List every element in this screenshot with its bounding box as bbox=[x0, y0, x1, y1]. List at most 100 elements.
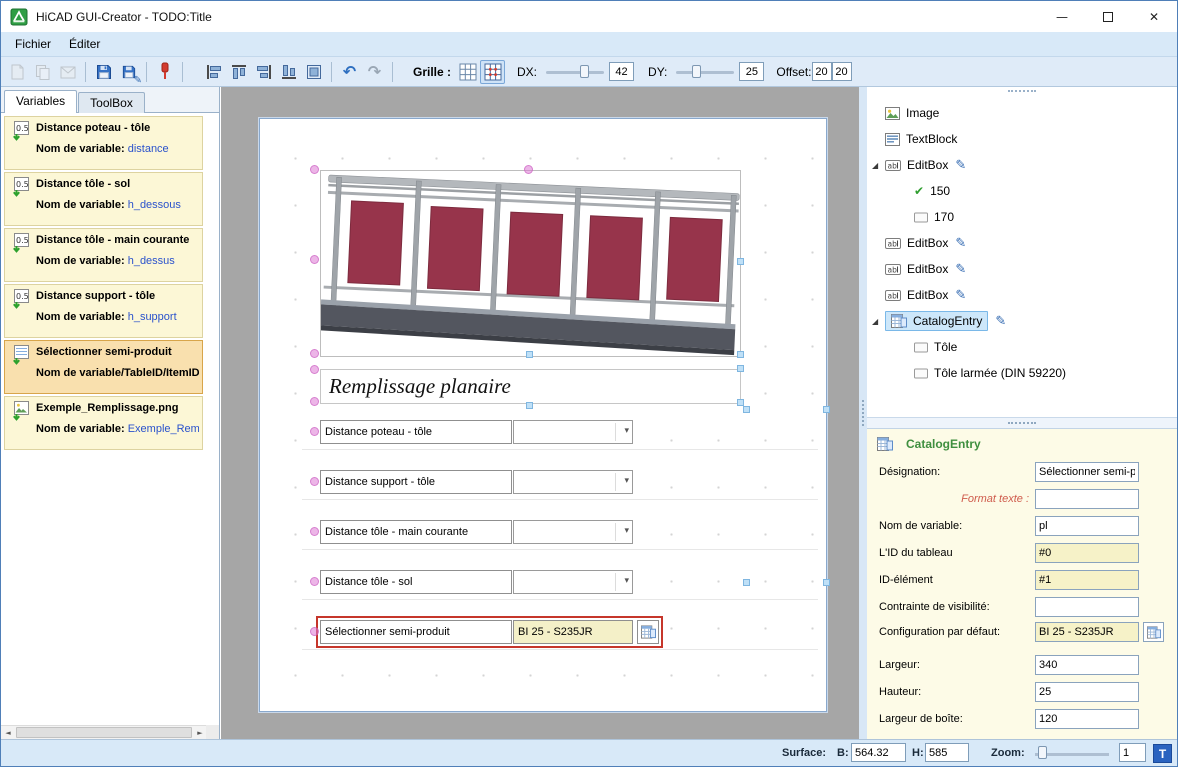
form-title-textblock[interactable]: Remplissage planaire bbox=[320, 369, 741, 404]
box-width-input[interactable] bbox=[1035, 709, 1139, 729]
grid-toggle-button[interactable] bbox=[455, 60, 480, 84]
tree-panel-grip[interactable] bbox=[1008, 90, 1036, 96]
tree-item-editbox-1[interactable]: ◢ ab EditBox ✎ bbox=[867, 152, 1177, 178]
offset-x-input[interactable] bbox=[811, 62, 832, 81]
tree-item-editbox-2[interactable]: ab EditBox ✎ bbox=[867, 230, 1177, 256]
edit-pencil-icon[interactable]: ✎ bbox=[955, 262, 966, 277]
form-label[interactable]: Distance support - tôle bbox=[320, 470, 512, 494]
expander-icon[interactable]: ◢ bbox=[872, 161, 885, 170]
edit-pencil-icon[interactable]: ✎ bbox=[955, 158, 966, 173]
variable-card-image[interactable]: Exemple_Remplissage.png Nom de variable:… bbox=[4, 396, 203, 450]
dy-slider-thumb[interactable] bbox=[692, 64, 702, 78]
zoom-value-input[interactable] bbox=[1119, 743, 1146, 762]
align-bottom-button[interactable] bbox=[276, 60, 301, 84]
redo-button[interactable]: ↷ bbox=[362, 60, 387, 84]
dy-slider[interactable] bbox=[674, 62, 736, 82]
align-top-button[interactable] bbox=[226, 60, 251, 84]
table-id-input[interactable] bbox=[1035, 543, 1139, 563]
resize-handle[interactable] bbox=[743, 406, 750, 413]
variable-card-h-dessus[interactable]: 0.5 Distance tôle - main courante Nom de… bbox=[4, 228, 203, 282]
form-dropdown[interactable]: ▾ bbox=[513, 570, 633, 594]
default-config-input[interactable] bbox=[1035, 622, 1139, 642]
tree-item-value-170[interactable]: 170 bbox=[867, 204, 1177, 230]
maximize-button[interactable] bbox=[1085, 1, 1131, 32]
variable-card-semi-produit[interactable]: Sélectionner semi-produit Nom de variabl… bbox=[4, 340, 203, 394]
tree-item-editbox-3[interactable]: ab EditBox ✎ bbox=[867, 256, 1177, 282]
save-as-button[interactable]: ✎ bbox=[116, 60, 142, 86]
undo-button[interactable]: ↶ bbox=[337, 60, 362, 84]
tab-toolbox[interactable]: ToolBox bbox=[78, 92, 145, 113]
grid-snap-button[interactable] bbox=[480, 59, 506, 84]
same-size-button[interactable] bbox=[301, 60, 326, 84]
surface-b-input[interactable] bbox=[851, 743, 906, 762]
form-dropdown[interactable]: ▾ bbox=[513, 470, 633, 494]
tree-item-editbox-4[interactable]: ab EditBox ✎ bbox=[867, 282, 1177, 308]
scroll-left-icon[interactable]: ◄ bbox=[1, 729, 15, 737]
resize-handle[interactable] bbox=[526, 351, 533, 358]
paste-button[interactable] bbox=[55, 60, 80, 84]
dy-value-input[interactable] bbox=[739, 62, 765, 81]
resize-handle[interactable] bbox=[737, 258, 744, 265]
form-label[interactable]: Distance tôle - main courante bbox=[320, 520, 512, 544]
menu-editer[interactable]: Éditer bbox=[60, 33, 109, 55]
edit-pencil-icon[interactable]: ✎ bbox=[955, 288, 966, 303]
zoom-slider[interactable] bbox=[1033, 744, 1111, 763]
new-button[interactable] bbox=[5, 60, 30, 84]
tree-item-image[interactable]: Image bbox=[867, 100, 1177, 126]
height-input[interactable] bbox=[1035, 682, 1139, 702]
tree-item-catalogentry[interactable]: ◢ CatalogEntry ✎ bbox=[867, 308, 1177, 334]
visibility-input[interactable] bbox=[1035, 597, 1139, 617]
vertical-splitter[interactable] bbox=[859, 87, 867, 739]
edit-pencil-icon[interactable]: ✎ bbox=[995, 314, 1006, 329]
form-label[interactable]: Distance poteau - tôle bbox=[320, 420, 512, 444]
catalog-picker-button[interactable] bbox=[1143, 622, 1164, 642]
resize-handle[interactable] bbox=[743, 579, 750, 586]
tree-item-tole[interactable]: Tôle bbox=[867, 334, 1177, 360]
scrollbar-thumb[interactable] bbox=[16, 727, 192, 738]
save-button[interactable] bbox=[91, 60, 116, 84]
catalog-label[interactable]: Sélectionner semi-produit bbox=[320, 620, 512, 644]
item-id-input[interactable] bbox=[1035, 570, 1139, 590]
pin-button[interactable] bbox=[152, 60, 177, 84]
tree-item-tole-larmee[interactable]: Tôle larmée (DIN 59220) bbox=[867, 360, 1177, 386]
resize-handle[interactable] bbox=[737, 399, 744, 406]
design-page[interactable]: Remplissage planaire Distance poteau - t… bbox=[258, 117, 830, 713]
variable-card-h-dessous[interactable]: 0.5 Distance tôle - sol Nom de variable:… bbox=[4, 172, 203, 226]
expander-icon[interactable]: ◢ bbox=[872, 317, 885, 326]
dx-value-input[interactable] bbox=[609, 62, 635, 81]
align-left-button[interactable] bbox=[201, 60, 226, 84]
horizontal-scrollbar[interactable]: ◄ ► bbox=[1, 725, 207, 739]
design-canvas-area[interactable]: Remplissage planaire Distance poteau - t… bbox=[221, 87, 859, 739]
resize-handle[interactable] bbox=[737, 351, 744, 358]
scroll-right-icon[interactable]: ► bbox=[193, 729, 207, 737]
zoom-slider-thumb[interactable] bbox=[1038, 746, 1047, 759]
surface-h-input[interactable] bbox=[925, 743, 969, 762]
copy-button[interactable] bbox=[30, 60, 55, 84]
resize-handle[interactable] bbox=[737, 365, 744, 372]
minimize-button[interactable]: — bbox=[1039, 1, 1085, 32]
resize-handle[interactable] bbox=[526, 402, 533, 409]
railing-image-element[interactable] bbox=[320, 170, 741, 357]
format-input[interactable] bbox=[1035, 489, 1139, 509]
dx-slider[interactable] bbox=[544, 62, 606, 82]
resize-handle[interactable] bbox=[823, 406, 830, 413]
width-input[interactable] bbox=[1035, 655, 1139, 675]
designation-input[interactable] bbox=[1035, 462, 1139, 482]
offset-y-input[interactable] bbox=[831, 62, 852, 81]
variable-card-h-support[interactable]: 0.5 Distance support - tôle Nom de varia… bbox=[4, 284, 203, 338]
selected-tree-item[interactable]: CatalogEntry bbox=[885, 311, 989, 331]
variable-name-input[interactable] bbox=[1035, 516, 1139, 536]
tab-variables[interactable]: Variables bbox=[4, 90, 78, 113]
form-dropdown[interactable]: ▾ bbox=[513, 420, 633, 444]
horizontal-splitter[interactable] bbox=[867, 418, 1177, 428]
variable-card-distance[interactable]: 0.5 Distance poteau - tôle Nom de variab… bbox=[4, 116, 203, 170]
close-button[interactable]: ✕ bbox=[1131, 1, 1177, 32]
catalog-value-field[interactable]: BI 25 - S235JR bbox=[513, 620, 633, 644]
form-label[interactable]: Distance tôle - sol bbox=[320, 570, 512, 594]
text-mode-button[interactable]: T bbox=[1153, 744, 1172, 763]
form-dropdown[interactable]: ▾ bbox=[513, 520, 633, 544]
menu-fichier[interactable]: Fichier bbox=[6, 33, 60, 55]
tree-item-textblock[interactable]: TextBlock bbox=[867, 126, 1177, 152]
catalog-picker-button[interactable] bbox=[637, 620, 659, 644]
dx-slider-thumb[interactable] bbox=[580, 64, 590, 78]
